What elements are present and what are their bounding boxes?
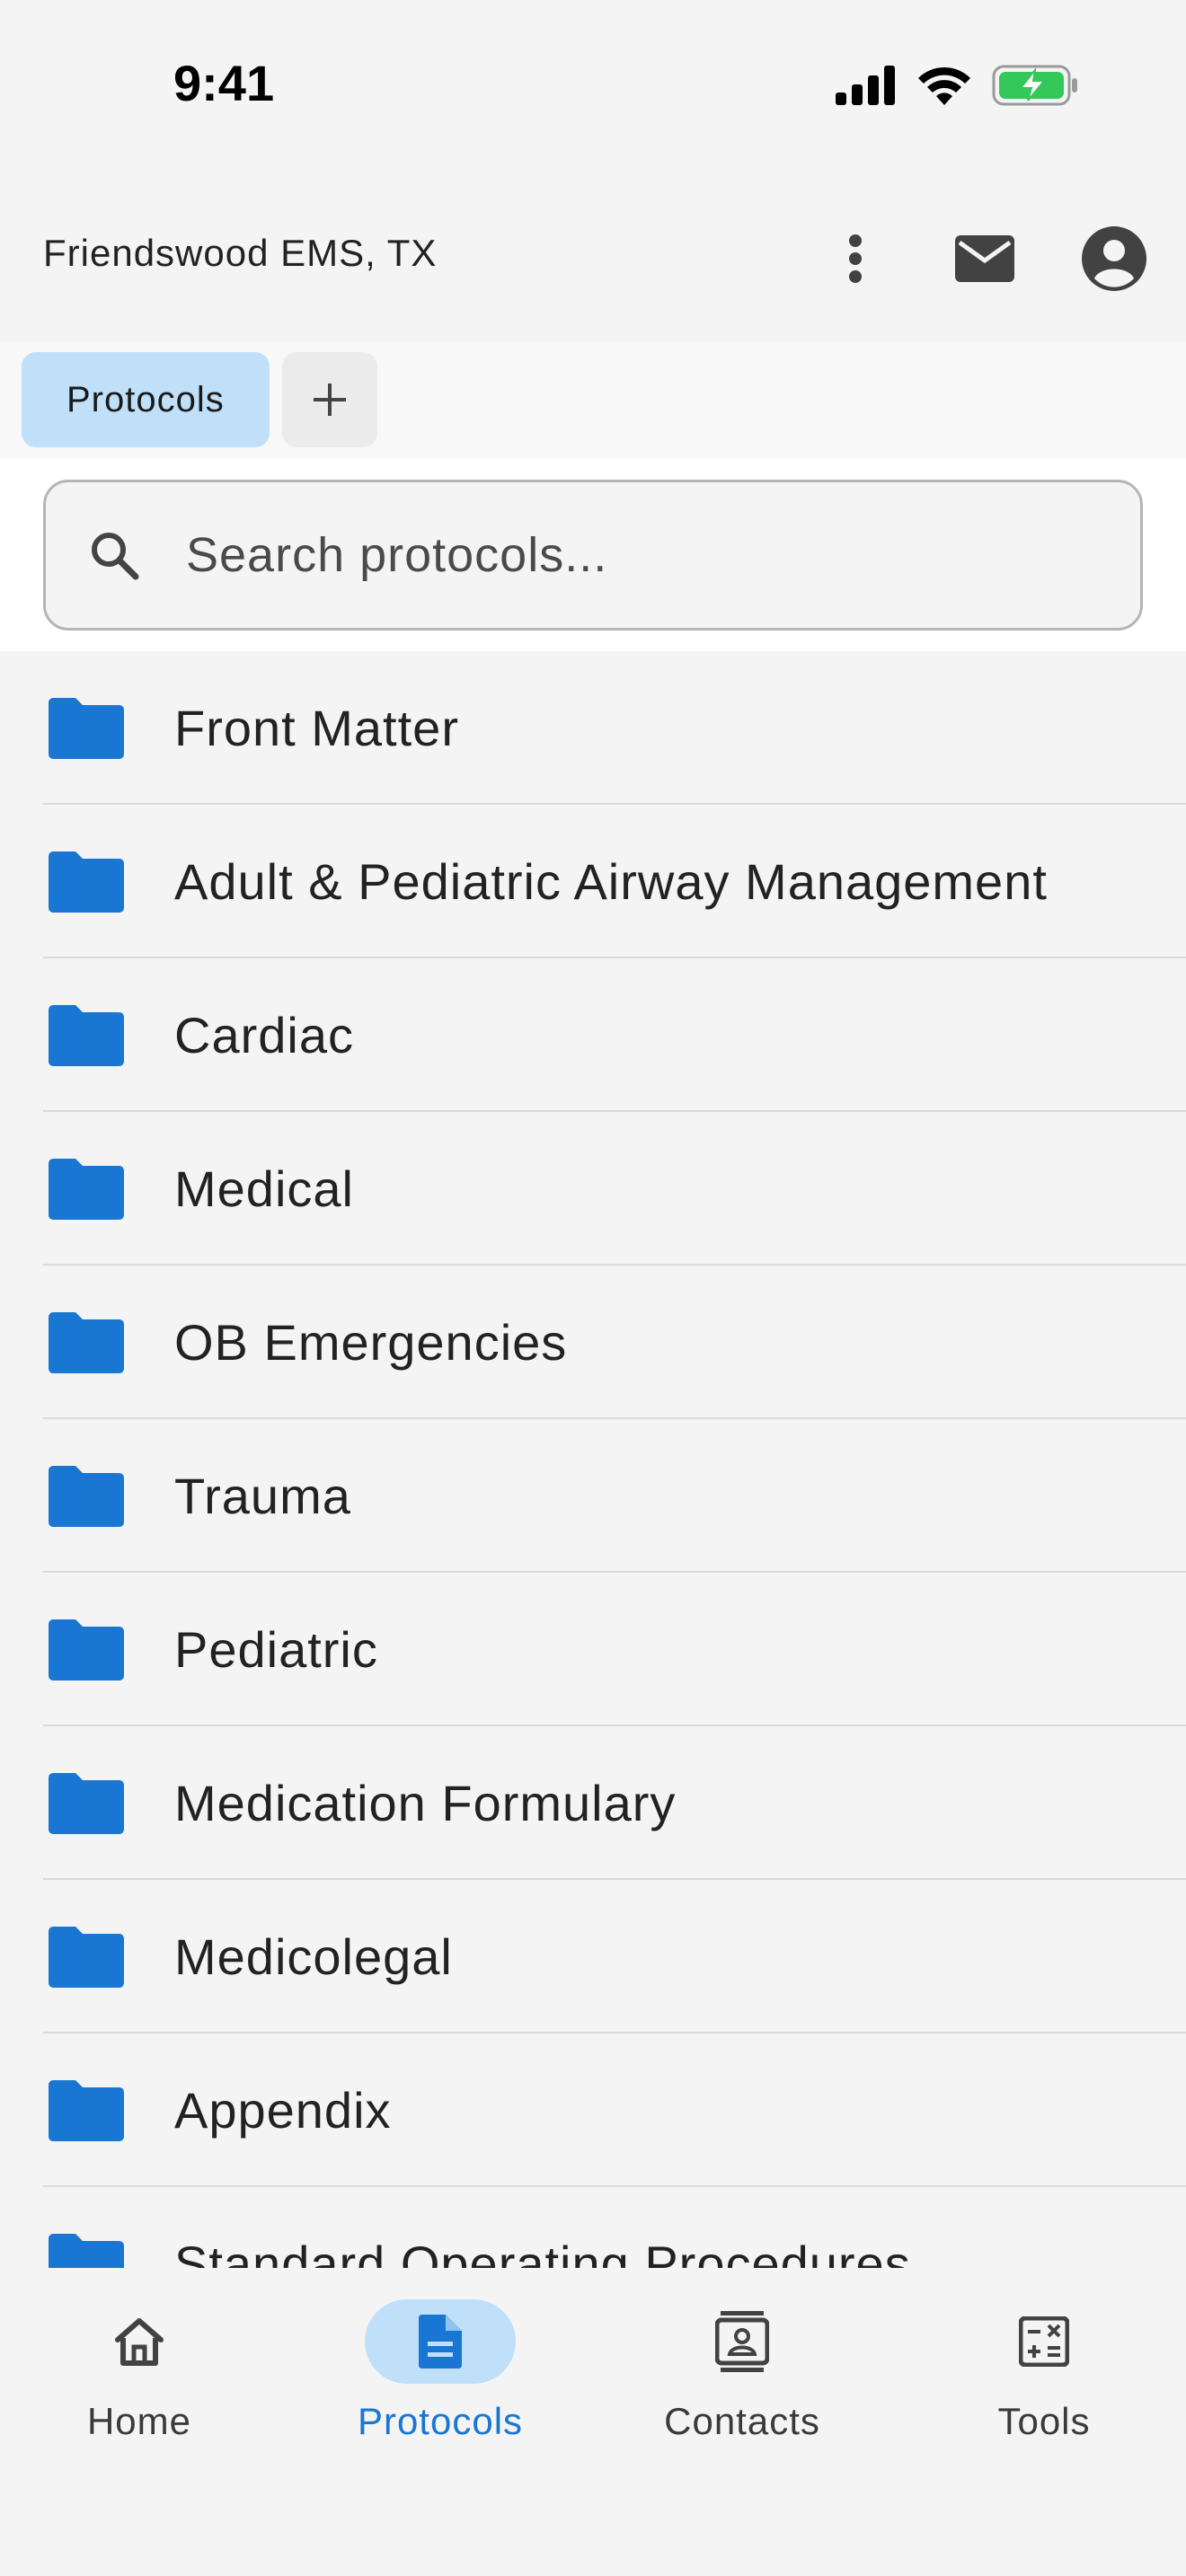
nav-protocols[interactable]: Protocols [305,2299,575,2479]
folder-icon [49,1619,124,1681]
list-item-standard-operating-procedures[interactable]: Standard Operating Procedures [0,2187,1186,2268]
account-button[interactable] [1078,223,1150,295]
nav-contacts[interactable]: Contacts [607,2299,877,2479]
list-item-label: Adult & Pediatric Airway Management [174,853,1048,910]
status-icons [836,65,1078,110]
nav-home[interactable]: Home [4,2299,274,2479]
folder-icon [49,851,124,913]
header-actions [762,223,1150,295]
nav-tools-pill [969,2299,1120,2384]
folder-icon [49,1926,124,1988]
search-box[interactable] [43,480,1143,631]
messages-button[interactable] [949,223,1021,295]
calculator-icon [1019,2316,1069,2367]
search-area [0,458,1186,651]
list-item-medication-formulary[interactable]: Medication Formulary [0,1726,1186,1880]
list-item-label: Cardiac [174,1007,354,1063]
mail-icon [955,235,1014,282]
list-item-label: OB Emergencies [174,1314,568,1371]
protocol-list: Front Matter Adult & Pediatric Airway Ma… [0,651,1186,2268]
folder-icon [49,1004,124,1066]
plus-icon [313,384,346,416]
list-item-ob-emergencies[interactable]: OB Emergencies [0,1266,1186,1419]
search-input[interactable] [186,527,1084,583]
folder-icon [49,1158,124,1220]
add-tab-button[interactable] [281,352,377,447]
contacts-icon [715,2311,769,2372]
home-icon [115,2318,164,2366]
nav-contacts-label: Contacts [664,2400,820,2442]
nav-tools-label: Tools [997,2400,1091,2442]
list-item-trauma[interactable]: Trauma [0,1419,1186,1573]
folder-icon [49,1311,124,1373]
list-item-medicolegal[interactable]: Medicolegal [0,1880,1186,2033]
app-header: Friendswood EMS, TX [0,198,1186,314]
document-icon [419,2315,462,2369]
wifi-icon [916,66,972,110]
list-item-label: Pediatric [174,1621,378,1678]
list-item-front-matter[interactable]: Front Matter [0,651,1186,805]
list-item-label: Standard Operating Procedures [174,2236,911,2268]
signal-icon [836,66,897,110]
more-options-button[interactable] [819,223,891,295]
folder-icon [49,2233,124,2268]
search-icon [78,519,150,591]
nav-protocols-label: Protocols [357,2400,524,2442]
list-item-pediatric[interactable]: Pediatric [0,1573,1186,1726]
list-item-cardiac[interactable]: Cardiac [0,958,1186,1112]
more-vert-icon [849,234,862,283]
list-item-airway-management[interactable]: Adult & Pediatric Airway Management [0,805,1186,958]
account-icon [1082,226,1146,291]
list-item-label: Medication Formulary [174,1775,677,1831]
folder-icon [49,697,124,759]
battery-charging-icon [992,65,1078,110]
nav-contacts-pill [667,2299,818,2384]
folder-icon [49,1772,124,1834]
list-item-appendix[interactable]: Appendix [0,2033,1186,2187]
status-bar: 9:41 [0,0,1186,171]
tab-strip: Protocols [0,341,1186,458]
agency-title: Friendswood EMS, TX [43,232,438,274]
nav-home-label: Home [86,2400,192,2442]
nav-protocols-pill [365,2299,516,2384]
folder-icon [49,1465,124,1527]
list-item-label: Trauma [174,1468,351,1524]
folder-icon [49,2079,124,2141]
list-item-label: Medicolegal [174,1928,453,1985]
status-time: 9:41 [173,55,275,111]
nav-home-pill [64,2299,215,2384]
tab-protocols[interactable]: Protocols [22,352,270,447]
bottom-nav: Home Protocols Contacts Tools [0,2268,1186,2576]
list-item-label: Front Matter [174,700,459,756]
nav-tools[interactable]: Tools [909,2299,1179,2479]
list-item-medical[interactable]: Medical [0,1112,1186,1266]
list-item-label: Appendix [174,2082,392,2139]
list-item-label: Medical [174,1160,354,1217]
